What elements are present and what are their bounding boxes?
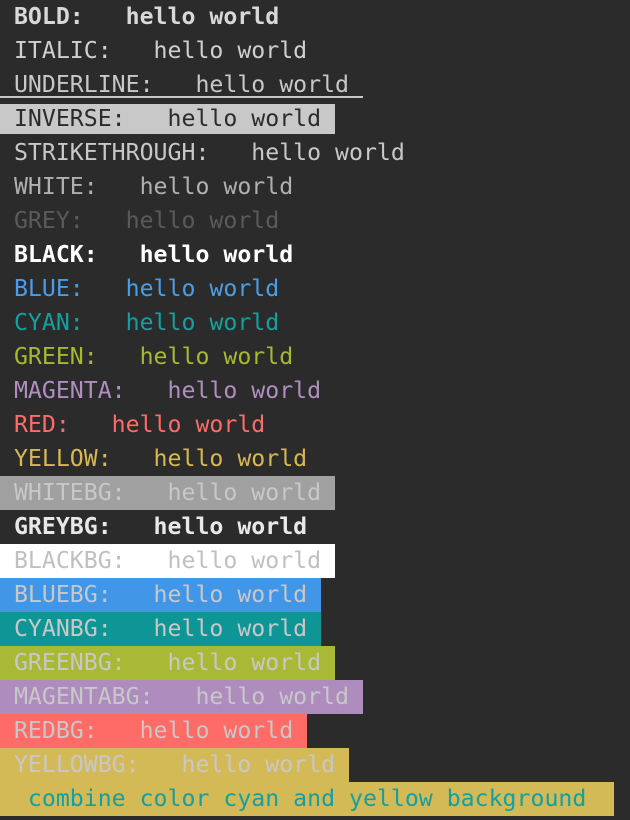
line-text: UNDERLINE: hello world bbox=[0, 68, 363, 98]
line-text: BLUEBG: hello world bbox=[0, 578, 322, 612]
terminal-line-redbg: REDBG: hello world bbox=[0, 714, 630, 748]
terminal-line-strike: STRIKETHROUGH: hello world bbox=[0, 136, 630, 170]
terminal-line-green: GREEN: hello world bbox=[0, 340, 630, 374]
terminal-line-grey: GREY: hello world bbox=[0, 204, 630, 238]
line-text: GREY: hello world bbox=[0, 207, 294, 234]
terminal-line-inverse: INVERSE: hello world bbox=[0, 102, 630, 136]
terminal-output: BOLD: hello world ITALIC: hello world UN… bbox=[0, 0, 630, 816]
line-text: BLACKBG: hello world bbox=[0, 544, 336, 578]
line-text: STRIKETHROUGH: hello world bbox=[0, 139, 419, 166]
line-text: combine color cyan and yellow background bbox=[0, 782, 615, 816]
terminal-line-whitebg: WHITEBG: hello world bbox=[0, 476, 630, 510]
terminal-line-underline: UNDERLINE: hello world bbox=[0, 68, 630, 102]
line-text: MAGENTA: hello world bbox=[0, 377, 336, 404]
terminal-line-bluebg: BLUEBG: hello world bbox=[0, 578, 630, 612]
terminal-line-italic: ITALIC: hello world bbox=[0, 34, 630, 68]
line-text: INVERSE: hello world bbox=[0, 104, 336, 134]
line-text: YELLOW: hello world bbox=[0, 445, 322, 472]
line-text: RED: hello world bbox=[0, 411, 280, 438]
terminal-line-bold: BOLD: hello world bbox=[0, 0, 630, 34]
terminal-line-greenbg: GREENBG: hello world bbox=[0, 646, 630, 680]
terminal-line-blue: BLUE: hello world bbox=[0, 272, 630, 306]
line-text: GREEN: hello world bbox=[0, 343, 308, 370]
line-text: MAGENTABG: hello world bbox=[0, 680, 363, 714]
terminal-line-cyan: CYAN: hello world bbox=[0, 306, 630, 340]
line-text: BLACK: hello world bbox=[0, 241, 308, 268]
line-text: ITALIC: hello world bbox=[0, 37, 322, 64]
line-text: REDBG: hello world bbox=[0, 714, 308, 748]
line-text: WHITE: hello world bbox=[0, 173, 308, 200]
line-text: WHITEBG: hello world bbox=[0, 476, 336, 510]
terminal-line-white: WHITE: hello world bbox=[0, 170, 630, 204]
line-text: GREYBG: hello world bbox=[0, 513, 322, 540]
terminal-line-yellow: YELLOW: hello world bbox=[0, 442, 630, 476]
terminal-line-blackbg: BLACKBG: hello world bbox=[0, 544, 630, 578]
terminal-line-cyanbg: CYANBG: hello world bbox=[0, 612, 630, 646]
line-text: CYAN: hello world bbox=[0, 309, 294, 336]
line-text: YELLOWBG: hello world bbox=[0, 748, 350, 782]
line-text: CYANBG: hello world bbox=[0, 612, 322, 646]
terminal-line-magenta: MAGENTA: hello world bbox=[0, 374, 630, 408]
terminal-line-combine: combine color cyan and yellow background bbox=[0, 782, 630, 816]
terminal-line-greybg: GREYBG: hello world bbox=[0, 510, 630, 544]
terminal-line-yellowbg: YELLOWBG: hello world bbox=[0, 748, 630, 782]
line-text: GREENBG: hello world bbox=[0, 646, 336, 680]
terminal-line-red: RED: hello world bbox=[0, 408, 630, 442]
line-text: BLUE: hello world bbox=[0, 275, 294, 302]
line-text: BOLD: hello world bbox=[0, 3, 294, 30]
terminal-line-black: BLACK: hello world bbox=[0, 238, 630, 272]
terminal-line-magentabg: MAGENTABG: hello world bbox=[0, 680, 630, 714]
